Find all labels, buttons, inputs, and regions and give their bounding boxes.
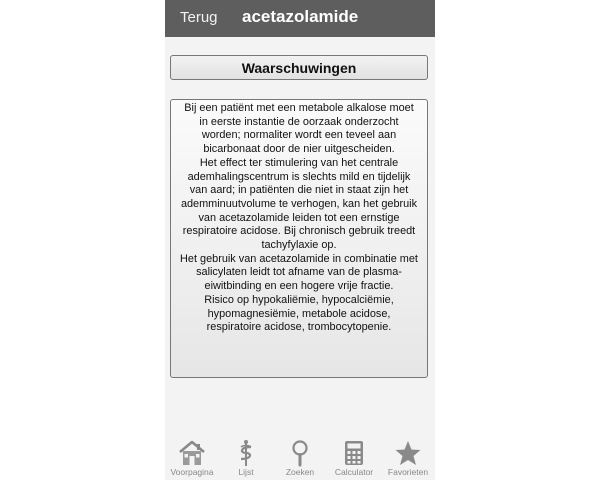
tab-voorpagina[interactable]: Voorpagina: [165, 433, 219, 480]
tab-lijst[interactable]: Lijst: [219, 433, 273, 480]
warning-paragraph: Bij een patiënt met een metabole alkalos…: [184, 102, 414, 156]
star-icon: [381, 439, 435, 467]
tab-label: Calculator: [334, 467, 374, 477]
calculator-icon: [327, 439, 381, 467]
warning-paragraph: Het gebruik van acetazolamide in combina…: [180, 252, 418, 293]
tab-bar: Voorpagina Lijst Zoeken Calculator Favor…: [165, 433, 435, 480]
tab-label: Voorpagina: [170, 467, 214, 477]
tab-favorieten[interactable]: Favorieten: [381, 433, 435, 480]
warnings-content: Bij een patiënt met een metabole alkalos…: [170, 99, 428, 378]
app-screen: Terug acetazolamide Waarschuwingen Bij e…: [165, 0, 435, 480]
home-icon: [165, 439, 219, 467]
tab-label: Zoeken: [285, 467, 315, 477]
tab-zoeken[interactable]: Zoeken: [273, 433, 327, 480]
back-button[interactable]: Terug: [180, 9, 218, 26]
tab-label: Favorieten: [387, 467, 429, 477]
tab-calculator[interactable]: Calculator: [327, 433, 381, 480]
warning-paragraph: Risico op hypokaliëmie, hypocalciëmie, h…: [204, 293, 394, 334]
navigation-bar: Terug acetazolamide: [165, 0, 435, 37]
section-header: Waarschuwingen: [170, 55, 428, 80]
caduceus-icon: [219, 439, 273, 467]
magnifier-icon: [273, 439, 327, 467]
tab-label: Lijst: [238, 467, 254, 477]
warning-paragraph: Het effect ter stimulering van het centr…: [180, 156, 418, 252]
page-title: acetazolamide: [242, 7, 359, 26]
